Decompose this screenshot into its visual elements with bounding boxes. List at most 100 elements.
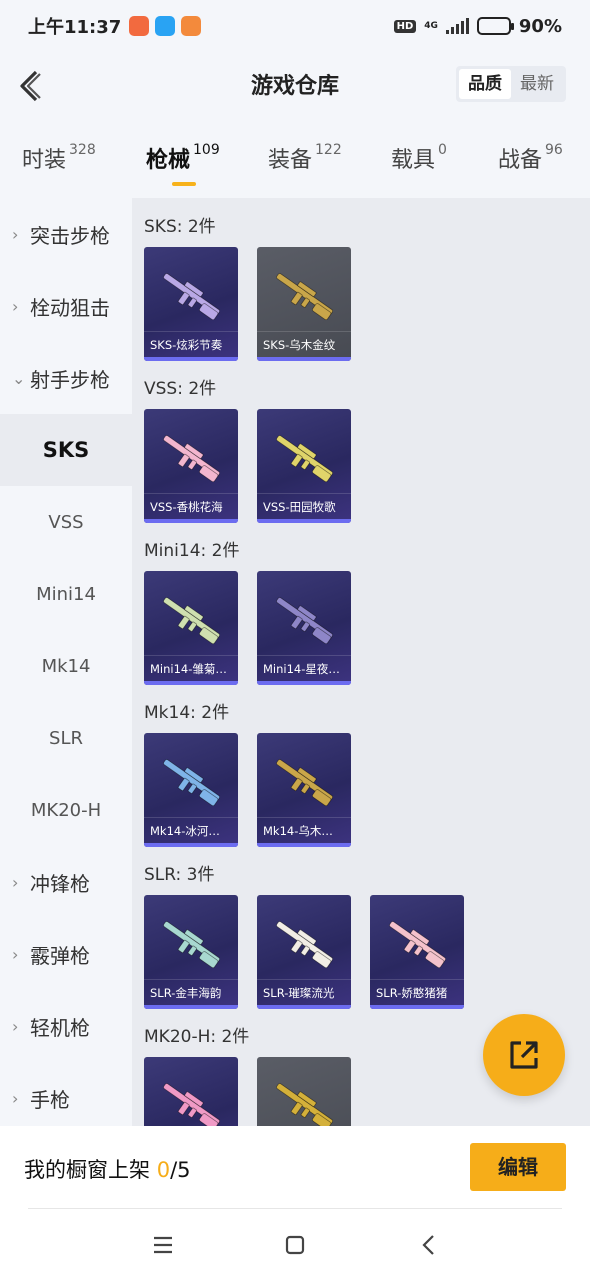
back-nav-button[interactable] xyxy=(414,1232,444,1258)
weapon-icon xyxy=(389,921,446,969)
sidebar-item[interactable]: MK20-H xyxy=(0,774,132,846)
weapon-icon xyxy=(163,273,220,321)
sidebar-category[interactable]: › 手枪 xyxy=(0,1062,132,1126)
weapon-card[interactable]: Mk14-乌木… xyxy=(257,733,351,847)
sidebar-item[interactable]: Mk14 xyxy=(0,630,132,702)
group-title: Mk14: 2件 xyxy=(144,703,230,723)
signal-icon xyxy=(445,18,469,34)
active-tab-indicator xyxy=(172,182,196,186)
weapon-card[interactable]: SKS-乌木金纹 xyxy=(257,247,351,361)
app-notification-icon xyxy=(129,16,150,36)
app-page: 上午11:37 HD 4G 90% 游戏仓库 品质 最新 时装 328 枪械 1… xyxy=(0,0,590,1280)
group-title: MK20-H: 2件 xyxy=(144,1027,250,1047)
showcase-current: 0 xyxy=(156,1158,171,1182)
weapon-card[interactable]: SLR-璀璨流光 xyxy=(257,895,351,1009)
tab-equipment[interactable]: 装备 122 xyxy=(268,142,342,174)
sidebar-category[interactable]: › 栓动狙击 xyxy=(0,270,132,342)
sidebar-category[interactable]: › 突击步枪 xyxy=(0,198,132,270)
tab-label: 载具 xyxy=(391,148,436,173)
tab-weapons[interactable]: 枪械 109 xyxy=(146,142,220,174)
battery-icon xyxy=(476,17,514,35)
weapon-name: SKS-炫彩节奏 xyxy=(144,331,238,357)
header: 游戏仓库 品质 最新 xyxy=(0,52,590,116)
tab-vehicles[interactable]: 载具 0 xyxy=(391,142,447,174)
weapon-icon xyxy=(163,435,220,483)
weapon-card[interactable]: VSS-香桃花海 xyxy=(144,409,238,523)
weapon-icon xyxy=(276,921,333,969)
share-button[interactable] xyxy=(483,1014,565,1096)
weapon-icon xyxy=(276,435,333,483)
sidebar-item-label: 突击步枪 xyxy=(30,223,110,248)
sort-newest-option[interactable]: 最新 xyxy=(511,69,563,99)
item-grid: SKS: 2件 SKS-炫彩节奏 SKS-乌木金纹 VSS: 2件 VSS-香桃花海 VS… xyxy=(132,198,590,1126)
weapon-card[interactable] xyxy=(144,1057,238,1126)
rarity-bar xyxy=(144,681,238,685)
sidebar-item-label: Mk14 xyxy=(41,655,91,677)
sidebar-item-label: VSS xyxy=(48,511,84,533)
sidebar-item-label: 轻机枪 xyxy=(30,1015,90,1040)
sidebar-item-label: SKS xyxy=(42,438,90,462)
weapon-card[interactable]: Mk14-冰河… xyxy=(144,733,238,847)
sidebar-category[interactable]: › 轻机枪 xyxy=(0,990,132,1062)
tab-count: 96 xyxy=(545,142,563,158)
network-type: 4G xyxy=(424,20,438,31)
sidebar-category[interactable]: ⌄ 射手步枪 xyxy=(0,342,132,414)
home-nav-button[interactable] xyxy=(280,1232,310,1258)
status-time: 上午11:37 xyxy=(28,17,122,38)
status-bar: 上午11:37 HD 4G 90% xyxy=(0,0,590,52)
chevron-right-icon: › xyxy=(12,944,19,964)
tab-count: 328 xyxy=(69,142,96,158)
tab-count: 109 xyxy=(193,142,220,158)
chevron-right-icon: › xyxy=(12,872,19,892)
sidebar: › 突击步枪 › 栓动狙击 ⌄ 射手步枪 SKS VSS Mini14 Mk14 SLR MK20-H… xyxy=(0,198,132,1126)
battery-percent: 90% xyxy=(518,15,562,37)
tab-label: 时装 xyxy=(22,148,67,173)
sidebar-item-label: 冲锋枪 xyxy=(30,871,90,896)
rarity-bar xyxy=(257,1005,351,1009)
weapon-name: Mk14-冰河… xyxy=(144,817,238,843)
category-tabs: 时装 328 枪械 109 装备 122 载具 0 战备 96 xyxy=(0,130,590,190)
sort-quality-option[interactable]: 品质 xyxy=(459,69,511,99)
weapon-icon xyxy=(276,597,333,645)
chevron-right-icon: › xyxy=(12,1016,19,1036)
weapon-name: VSS-香桃花海 xyxy=(144,493,238,519)
weapon-name: VSS-田园牧歌 xyxy=(257,493,351,519)
sidebar-item[interactable]: SKS xyxy=(0,414,132,486)
group-title: VSS: 2件 xyxy=(144,379,217,399)
weapon-icon xyxy=(276,759,333,807)
status-right: HD 4G 90% xyxy=(393,15,562,37)
group-title: SKS: 2件 xyxy=(144,217,216,237)
sidebar-item[interactable]: SLR xyxy=(0,702,132,774)
sidebar-item-label: 手枪 xyxy=(30,1087,70,1112)
sidebar-category[interactable]: › 霰弹枪 xyxy=(0,918,132,990)
sidebar-item[interactable]: VSS xyxy=(0,486,132,558)
weapon-name: Mk14-乌木… xyxy=(257,817,351,843)
tab-label: 枪械 xyxy=(146,148,191,173)
chevron-right-icon: › xyxy=(12,1088,19,1108)
weapon-icon xyxy=(276,1083,333,1126)
tab-count: 0 xyxy=(438,142,447,158)
tab-label: 装备 xyxy=(268,148,313,173)
edit-button[interactable]: 编辑 xyxy=(470,1143,566,1191)
weapon-card[interactable]: SKS-炫彩节奏 xyxy=(144,247,238,361)
system-nav-bar xyxy=(0,1210,590,1280)
showcase-label: 我的橱窗上架 xyxy=(24,1158,150,1182)
rarity-bar xyxy=(257,357,351,361)
rarity-bar xyxy=(144,1005,238,1009)
weapon-icon xyxy=(163,597,220,645)
weapon-card[interactable]: SLR-金丰海韵 xyxy=(144,895,238,1009)
weapon-card[interactable]: Mini14-星夜… xyxy=(257,571,351,685)
back-button[interactable] xyxy=(14,66,54,106)
sidebar-category[interactable]: › 冲锋枪 xyxy=(0,846,132,918)
tab-gear[interactable]: 战备 96 xyxy=(498,142,563,174)
weapon-icon xyxy=(163,921,220,969)
back-arrow-icon xyxy=(20,70,41,102)
rarity-bar xyxy=(144,843,238,847)
tab-outfits[interactable]: 时装 328 xyxy=(22,142,96,174)
weapon-card[interactable] xyxy=(257,1057,351,1126)
sidebar-item[interactable]: Mini14 xyxy=(0,558,132,630)
weapon-card[interactable]: Mini14-雏菊… xyxy=(144,571,238,685)
menu-nav-button[interactable] xyxy=(148,1232,178,1258)
weapon-card[interactable]: VSS-田园牧歌 xyxy=(257,409,351,523)
weapon-card[interactable]: SLR-娇憨猪猪 xyxy=(370,895,464,1009)
